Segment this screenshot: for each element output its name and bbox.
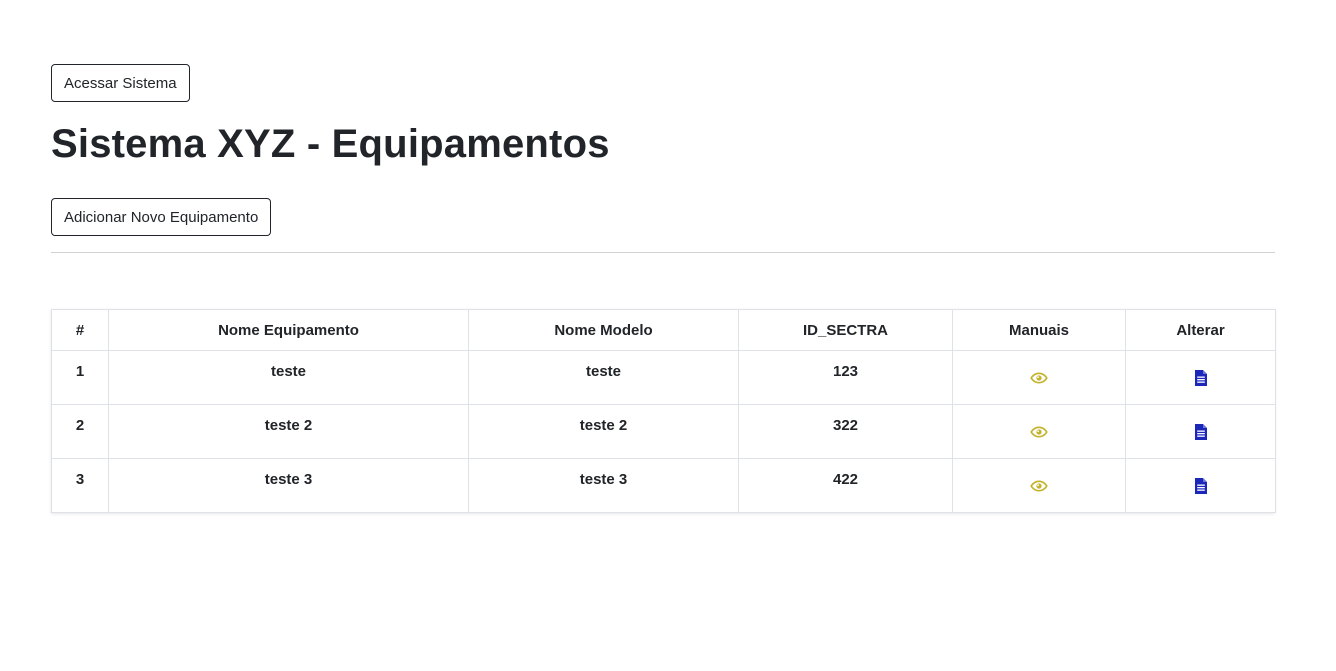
- cell-id-sectra: 422: [738, 458, 953, 513]
- cell-model-name: teste 3: [468, 458, 739, 513]
- divider: [51, 252, 1275, 253]
- table-header-row: # Nome Equipamento Nome Modelo ID_SECTRA…: [51, 309, 1276, 351]
- cell-equipment-name: teste 2: [108, 404, 469, 459]
- table-row: 2 teste 2 teste 2 322: [51, 404, 1276, 459]
- cell-id-sectra: 123: [738, 350, 953, 405]
- column-header-edit: Alterar: [1125, 309, 1276, 351]
- column-header-number: #: [51, 309, 109, 351]
- cell-number: 1: [51, 350, 109, 405]
- column-header-manuals: Manuais: [952, 309, 1126, 351]
- cell-edit: [1125, 404, 1276, 459]
- cell-manuals: [952, 404, 1126, 459]
- cell-edit: [1125, 350, 1276, 405]
- page: Acessar Sistema Sistema XYZ - Equipament…: [0, 0, 1336, 671]
- cell-manuals: [952, 458, 1126, 513]
- cell-model-name: teste: [468, 350, 739, 405]
- document-icon[interactable]: [1194, 424, 1207, 441]
- eye-icon[interactable]: [1030, 480, 1048, 492]
- cell-edit: [1125, 458, 1276, 513]
- eye-icon[interactable]: [1030, 372, 1048, 384]
- cell-number: 3: [51, 458, 109, 513]
- column-header-id-sectra: ID_SECTRA: [738, 309, 953, 351]
- page-title: Sistema XYZ - Equipamentos: [51, 122, 610, 166]
- equipment-table-container: # Nome Equipamento Nome Modelo ID_SECTRA…: [51, 309, 1276, 513]
- cell-model-name: teste 2: [468, 404, 739, 459]
- equipment-table: # Nome Equipamento Nome Modelo ID_SECTRA…: [51, 309, 1276, 513]
- document-icon[interactable]: [1194, 478, 1207, 495]
- add-equipment-button[interactable]: Adicionar Novo Equipamento: [51, 198, 272, 236]
- table-row: 3 teste 3 teste 3 422: [51, 458, 1276, 513]
- cell-equipment-name: teste: [108, 350, 469, 405]
- document-icon[interactable]: [1194, 370, 1207, 387]
- cell-number: 2: [51, 404, 109, 459]
- cell-equipment-name: teste 3: [108, 458, 469, 513]
- column-header-equipment-name: Nome Equipamento: [108, 309, 469, 351]
- column-header-model-name: Nome Modelo: [468, 309, 739, 351]
- access-system-button[interactable]: Acessar Sistema: [51, 64, 190, 102]
- table-row: 1 teste teste 123: [51, 350, 1276, 405]
- cell-id-sectra: 322: [738, 404, 953, 459]
- eye-icon[interactable]: [1030, 426, 1048, 438]
- cell-manuals: [952, 350, 1126, 405]
